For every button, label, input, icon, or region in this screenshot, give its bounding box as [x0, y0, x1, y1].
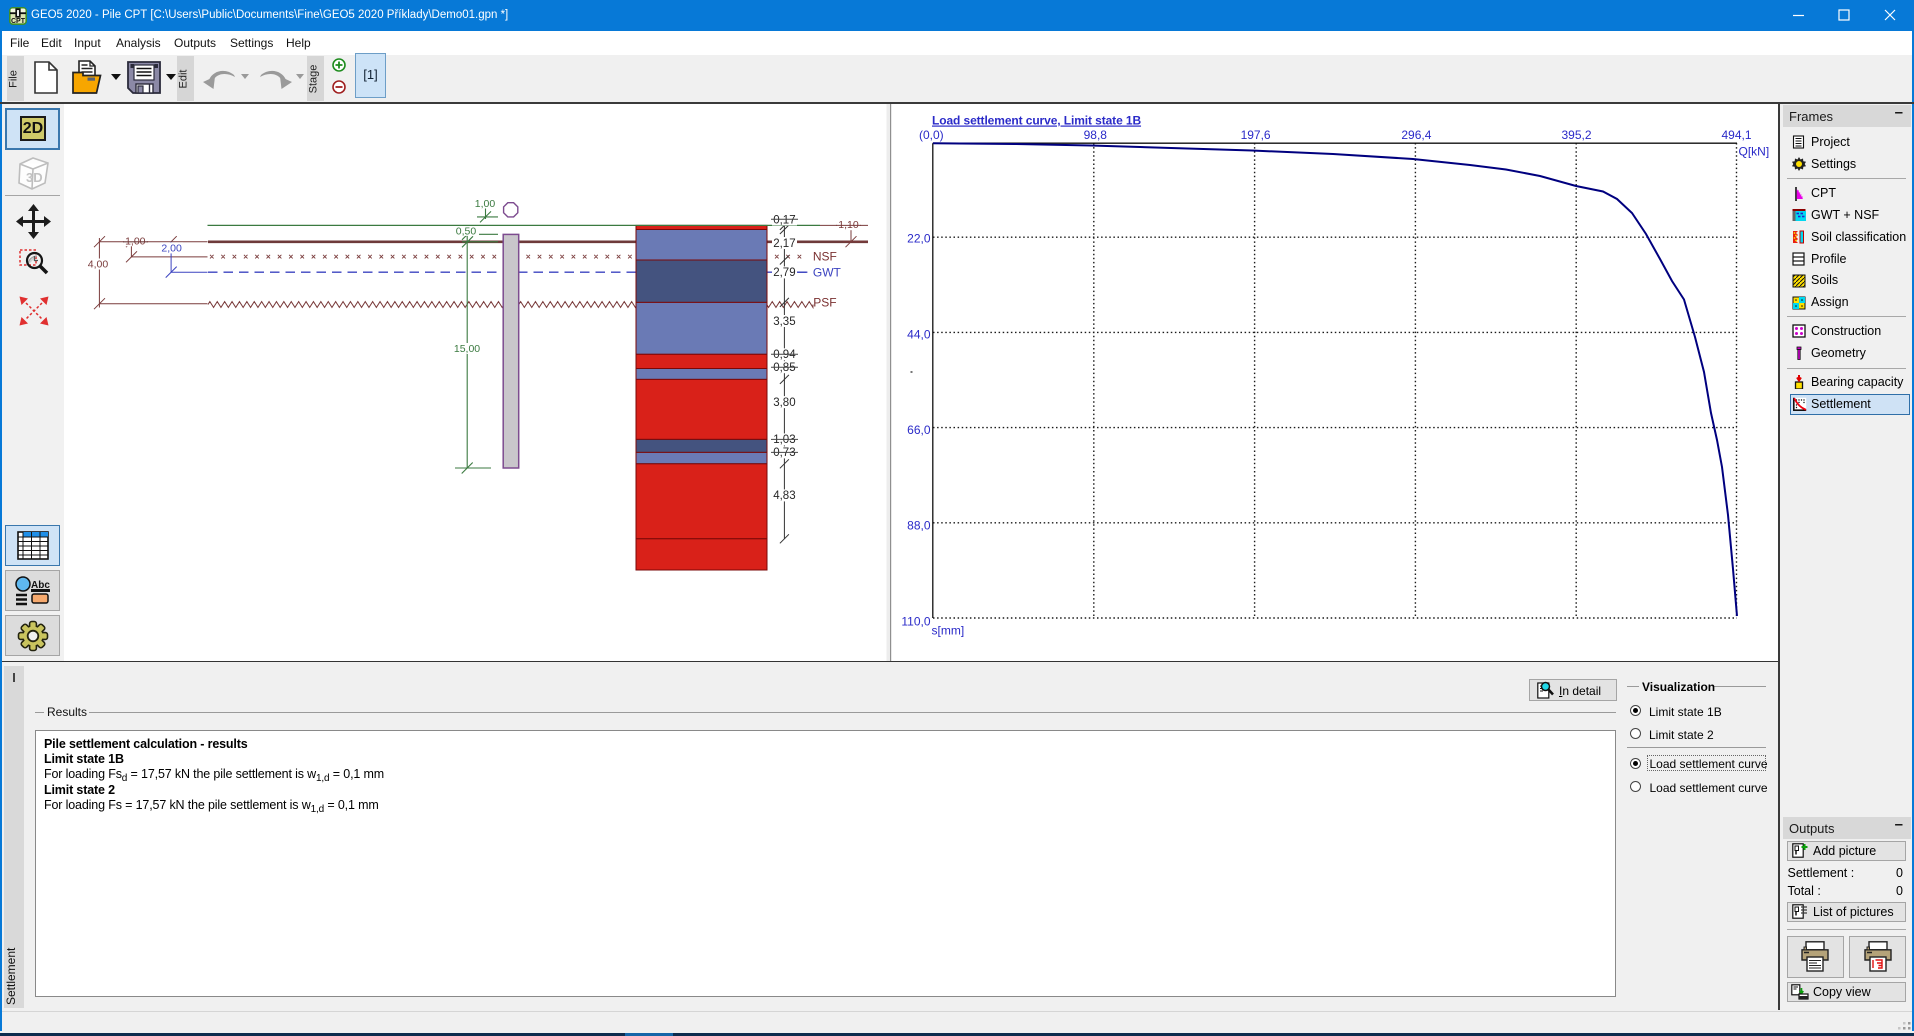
- svg-text:197,6: 197,6: [1241, 128, 1271, 142]
- svg-text:2,79: 2,79: [773, 267, 795, 279]
- svg-text:110,0: 110,0: [901, 615, 930, 629]
- svg-text:4,83: 4,83: [773, 490, 795, 502]
- svg-text:3D: 3D: [26, 170, 43, 185]
- svg-text:4,00: 4,00: [88, 259, 109, 271]
- svg-text:494,1: 494,1: [1721, 128, 1751, 142]
- svg-text:Q[kN]: Q[kN]: [1739, 145, 1770, 159]
- svg-text:2,17: 2,17: [773, 238, 795, 250]
- svg-text:395,2: 395,2: [1561, 128, 1591, 142]
- svg-text:2,00: 2,00: [161, 242, 182, 254]
- svg-text:22,0: 22,0: [907, 232, 931, 246]
- svg-text:3,80: 3,80: [773, 397, 795, 409]
- svg-text:296,4: 296,4: [1401, 128, 1431, 142]
- svg-text:66,0: 66,0: [907, 423, 931, 437]
- svg-text:0,17: 0,17: [773, 214, 795, 226]
- svg-text:98,8: 98,8: [1084, 128, 1108, 142]
- svg-text:Load settlement curve, Limit s: Load settlement curve, Limit state 1B: [932, 114, 1141, 128]
- svg-text:0,94: 0,94: [773, 349, 796, 361]
- svg-text:44,0: 44,0: [907, 327, 931, 341]
- svg-text:s[mm]: s[mm]: [932, 624, 965, 638]
- svg-text:1,00: 1,00: [475, 198, 496, 210]
- svg-text:PSF: PSF: [813, 296, 836, 310]
- svg-text:CPT: CPT: [11, 18, 26, 25]
- svg-text:(0,0): (0,0): [919, 128, 944, 142]
- svg-text:3,35: 3,35: [773, 316, 795, 328]
- svg-text:0,85: 0,85: [773, 362, 795, 374]
- svg-text:Abc: Abc: [31, 580, 50, 591]
- svg-text:GWT: GWT: [813, 266, 842, 280]
- svg-text:NSF: NSF: [813, 250, 837, 264]
- svg-text:0,73: 0,73: [773, 447, 795, 459]
- svg-text:15,00: 15,00: [454, 343, 480, 355]
- svg-text:88,0: 88,0: [907, 519, 931, 533]
- svg-text:1,03: 1,03: [773, 434, 795, 446]
- svg-text:0,50: 0,50: [456, 225, 477, 237]
